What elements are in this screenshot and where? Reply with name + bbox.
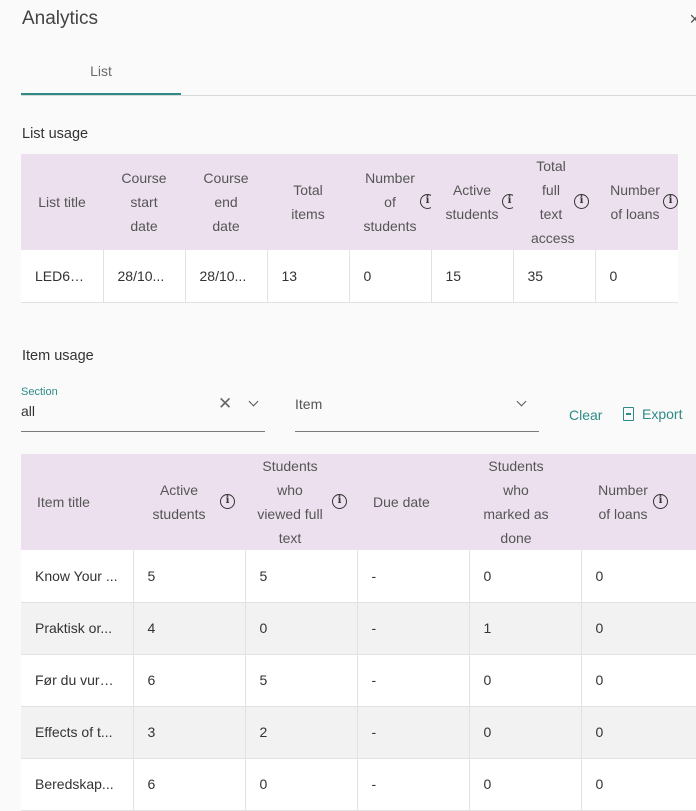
item-title-cell[interactable]: Praktisk or... — [21, 602, 134, 655]
item-filter-select[interactable] — [295, 408, 539, 432]
tab-list[interactable]: List — [21, 56, 181, 95]
section-filter-label: Section — [21, 386, 58, 398]
column-header[interactable]: List title — [21, 154, 103, 250]
table-cell: 0 — [581, 654, 696, 707]
table-row: LED60... 28/10... 28/10... 13 0 15 35 0 — [21, 250, 678, 303]
column-header[interactable]: Due date — [357, 454, 469, 550]
table-cell: 28/10... — [185, 250, 268, 303]
item-title-cell[interactable]: Know Your ... — [21, 550, 134, 603]
export-icon[interactable] — [623, 407, 634, 421]
table-cell: 0 — [581, 550, 696, 603]
table-cell: - — [357, 758, 470, 811]
table-cell: 0 — [581, 602, 696, 655]
table-cell: 0 — [349, 250, 432, 303]
table-cell: 0 — [581, 758, 696, 811]
table-row: Effects of t... 3 2 - 0 0 — [21, 706, 696, 759]
column-header[interactable]: Total full text access i — [513, 154, 595, 250]
list-usage-table: List title Course start date Course end … — [21, 154, 678, 303]
table-cell: 4 — [133, 602, 246, 655]
column-header[interactable]: Item title — [21, 454, 133, 550]
table-cell: 5 — [245, 654, 358, 707]
table-cell: 2 — [245, 706, 358, 759]
table-cell: 0 — [245, 602, 358, 655]
column-header[interactable]: Active students i — [133, 454, 245, 550]
clear-icon[interactable]: ✕ — [218, 394, 232, 414]
table-cell: 6 — [133, 654, 246, 707]
table-cell: 0 — [469, 550, 582, 603]
column-header[interactable]: Students who viewed full text i — [245, 454, 357, 550]
item-usage-title: Item usage — [22, 348, 94, 364]
table-cell: 35 — [513, 250, 596, 303]
table-row: Før du vurd... 6 5 - 0 0 — [21, 654, 696, 707]
table-cell: 28/10... — [103, 250, 186, 303]
table-row: Praktisk or... 4 0 - 1 0 — [21, 602, 696, 655]
clear-button[interactable]: Clear — [569, 407, 602, 423]
item-title-cell[interactable]: Effects of t... — [21, 706, 134, 759]
table-row: Know Your ... 5 5 - 0 0 — [21, 550, 696, 603]
table-cell: 13 — [267, 250, 350, 303]
info-icon[interactable]: i — [574, 194, 589, 209]
list-usage-title: List usage — [22, 126, 89, 142]
info-icon[interactable]: i — [663, 194, 678, 209]
column-header[interactable]: Course end date — [185, 154, 267, 250]
export-button[interactable]: Export — [642, 406, 682, 422]
table-cell: 0 — [595, 250, 678, 303]
table-cell: - — [357, 654, 470, 707]
section-filter-value: all — [21, 403, 36, 419]
column-header[interactable]: Active students i — [431, 154, 517, 250]
table-cell: - — [357, 602, 470, 655]
item-title-cell[interactable]: Beredskap... — [21, 758, 134, 811]
table-cell: 0 — [245, 758, 358, 811]
column-header[interactable]: Students who marked as done — [469, 454, 581, 550]
table-cell: 1 — [469, 602, 582, 655]
table-cell: 3 — [133, 706, 246, 759]
table-cell: 0 — [469, 758, 582, 811]
info-icon[interactable]: i — [220, 494, 235, 509]
table-cell: - — [357, 550, 470, 603]
table-cell: 15 — [431, 250, 514, 303]
table-row: Beredskap... 6 0 - 0 0 — [21, 758, 696, 811]
table-cell: - — [357, 706, 470, 759]
info-icon[interactable]: i — [653, 494, 668, 509]
chevron-down-icon[interactable] — [248, 396, 259, 407]
item-filter-placeholder: Item — [295, 396, 323, 412]
column-header[interactable]: Number of loans i — [595, 154, 678, 250]
column-header[interactable]: Total items — [267, 154, 349, 250]
table-cell: 5 — [245, 550, 358, 603]
chevron-down-icon[interactable] — [516, 396, 527, 407]
panel-title: Analytics — [22, 8, 99, 29]
column-header[interactable]: Course start date — [103, 154, 185, 250]
close-icon[interactable]: × — [689, 10, 696, 28]
table-cell: LED60... — [21, 250, 104, 303]
table-cell: 6 — [133, 758, 246, 811]
item-usage-table: Item title Active students i Students who… — [21, 454, 696, 811]
tab-bar: List — [21, 56, 696, 96]
column-header[interactable]: Number of students i — [349, 154, 435, 250]
item-title-cell[interactable]: Før du vurd... — [21, 654, 134, 707]
table-cell: 0 — [581, 706, 696, 759]
table-cell: 0 — [469, 654, 582, 707]
info-icon[interactable]: i — [332, 494, 347, 509]
table-cell: 5 — [133, 550, 246, 603]
column-header[interactable]: Number of loans i — [581, 454, 696, 550]
table-cell: 0 — [469, 706, 582, 759]
